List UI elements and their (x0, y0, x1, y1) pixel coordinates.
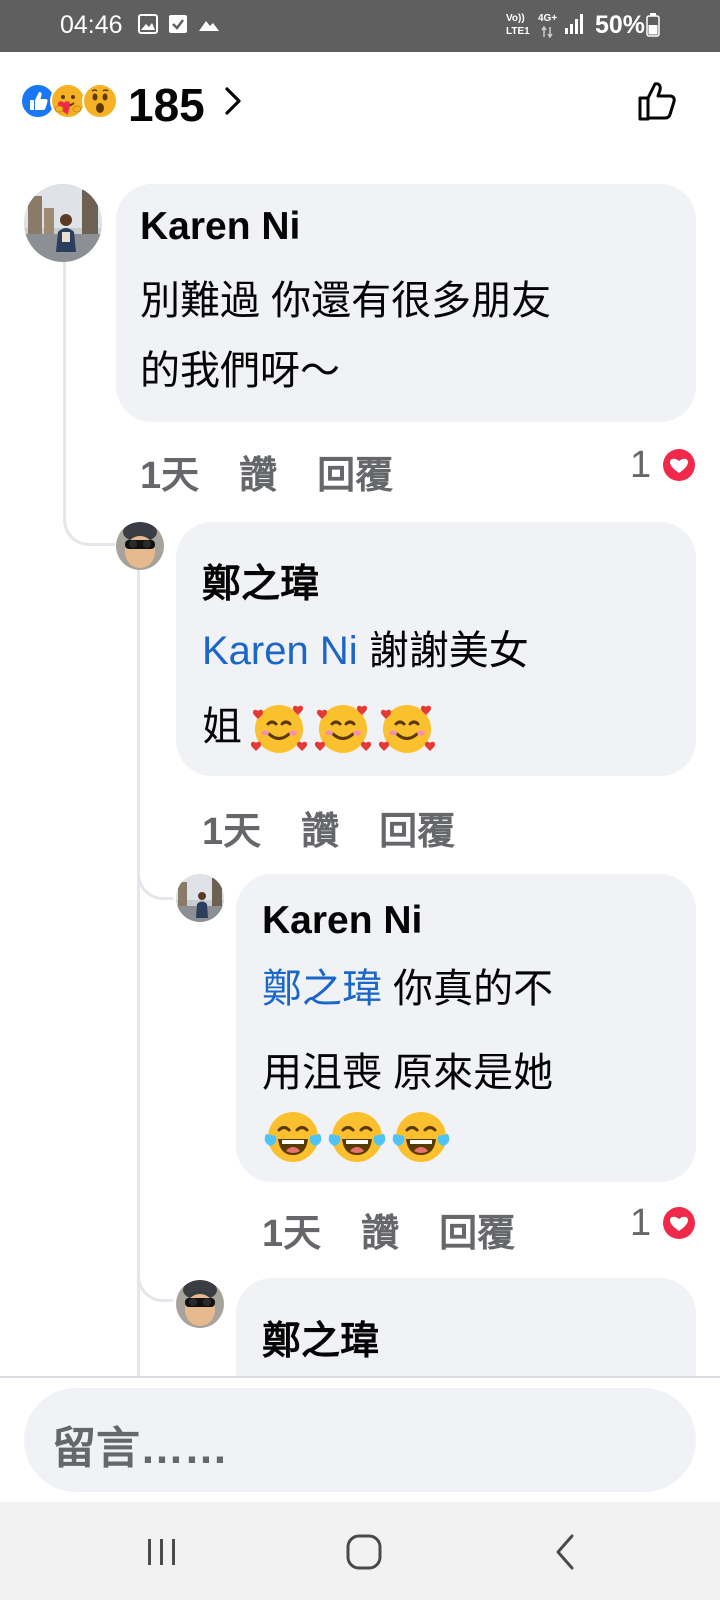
comment-actions: 1天讚回覆 (262, 1202, 555, 1257)
comment-text: 用沮喪 原來是她 (262, 1051, 554, 1095)
comment-text-rest: 你真的不 (382, 967, 554, 1011)
volte-label: Vo)) (506, 13, 525, 24)
face-with-tears-of-joy-icon (264, 1112, 322, 1162)
system-nav-bar (0, 1502, 720, 1600)
comment-author[interactable]: Karen Ni (140, 205, 300, 249)
face-with-tears-of-joy-icon (392, 1112, 450, 1162)
chevron-right-icon (225, 87, 241, 115)
check-notification-icon (169, 15, 187, 33)
mention-link[interactable]: Karen Ni (202, 629, 358, 673)
love-reaction-icon[interactable] (662, 448, 696, 482)
back-icon[interactable] (542, 1528, 590, 1576)
care-reaction-icon (50, 83, 86, 119)
smiling-face-with-hearts-icon (314, 705, 372, 753)
comment-input-placeholder[interactable]: 留言…… (52, 1412, 228, 1476)
home-icon[interactable] (340, 1528, 388, 1576)
avatar[interactable] (176, 874, 224, 922)
battery-icon (646, 13, 660, 37)
comment-time: 1天 (262, 1213, 322, 1255)
comment-reaction-count[interactable]: 1 (630, 1202, 651, 1245)
data-arrows-icon (541, 26, 553, 38)
thumbs-up-icon[interactable] (636, 79, 680, 123)
comment-actions: 1天讚回覆 (140, 444, 433, 499)
like-action[interactable]: 讚 (239, 455, 277, 497)
avatar[interactable] (24, 184, 102, 262)
reply-action[interactable]: 回覆 (439, 1213, 515, 1255)
battery-percent: 50% (595, 11, 646, 39)
emoji-row (262, 1106, 454, 1170)
like-action[interactable]: 讚 (361, 1213, 399, 1255)
comment-text: 的我們呀～ (140, 349, 340, 393)
reply-action[interactable]: 回覆 (379, 811, 455, 853)
avatar[interactable] (116, 522, 164, 570)
status-bar: 04:46 Vo)) LTE1 4G+ 50% (0, 0, 720, 52)
love-reaction-icon[interactable] (662, 1206, 696, 1240)
thread-connector (137, 860, 173, 900)
smiling-face-with-hearts-icon (378, 705, 436, 753)
smiling-face-with-hearts-icon (250, 705, 308, 753)
avatar[interactable] (176, 1280, 224, 1328)
comment-time: 1天 (202, 811, 262, 853)
comment-text: Karen Ni 謝謝美女 (202, 616, 529, 686)
thread-connector (137, 1262, 173, 1302)
thread-connector (63, 500, 115, 546)
comment-text: 姐 (202, 705, 242, 749)
comment-text: 鄭之瑋 你真的不 (262, 954, 553, 1024)
thread-connector (63, 262, 66, 512)
reaction-count: 185 (128, 79, 205, 131)
comment-reaction-count[interactable]: 1 (630, 444, 651, 487)
like-action[interactable]: 讚 (301, 811, 339, 853)
wow-reaction-icon (82, 83, 118, 119)
reply-action[interactable]: 回覆 (317, 455, 393, 497)
comment-text-rest: 謝謝美女 (357, 629, 529, 673)
signal-icon (565, 14, 583, 34)
comment-actions: 1天讚回覆 (202, 800, 495, 855)
comment-author[interactable]: 鄭之瑋 (262, 1310, 379, 1366)
comment-time: 1天 (140, 455, 200, 497)
comment-text: 別難過 你還有很多朋友 (140, 279, 552, 323)
clock: 04:46 (60, 11, 123, 39)
lte-label: LTE1 (506, 26, 530, 37)
emoji-row (248, 697, 440, 761)
mention-link[interactable]: 鄭之瑋 (262, 967, 382, 1011)
face-with-tears-of-joy-icon (328, 1112, 386, 1162)
image-notification-icon (138, 14, 158, 34)
mountain-notification-icon (199, 21, 219, 31)
comment-author[interactable]: 鄭之瑋 (202, 553, 319, 609)
network-type-label: 4G+ (538, 13, 558, 24)
thread-connector (137, 562, 140, 1376)
recent-apps-icon[interactable] (138, 1528, 186, 1576)
comment-author[interactable]: Karen Ni (262, 899, 422, 943)
